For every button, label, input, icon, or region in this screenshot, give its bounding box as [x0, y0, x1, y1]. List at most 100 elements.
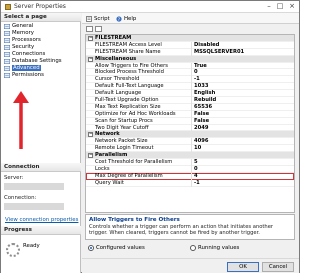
page-item-database-settings[interactable]: Database Settings: [1, 58, 81, 65]
property-row[interactable]: Allow Triggers to Fire Others True: [86, 62, 294, 70]
server-properties-window: Server Properties – □ × Select a page Ge…: [0, 0, 300, 273]
property-name: Scan for Startup Procs: [95, 117, 153, 124]
page-item-security[interactable]: Security: [1, 44, 81, 51]
server-label: Server:: [4, 175, 24, 181]
property-row[interactable]: Scan for Startup Procs False: [86, 117, 294, 125]
property-row[interactable]: Max Degree of Parallelism 4: [86, 172, 294, 180]
running-values-radio[interactable]: Running values: [190, 244, 239, 252]
dialog-footer: OK Cancel: [82, 258, 299, 273]
help-label: Help: [124, 16, 137, 22]
property-category[interactable]: − Miscellaneous: [86, 55, 294, 63]
configured-values-radio[interactable]: Configured values: [88, 244, 145, 252]
property-value[interactable]: -1: [191, 76, 291, 84]
category-name: FILESTREAM: [95, 35, 132, 41]
page-item-label: Security: [12, 44, 35, 50]
page-item-connections[interactable]: Connections: [1, 51, 81, 58]
property-value[interactable]: False: [191, 117, 291, 125]
property-value[interactable]: Disabled: [191, 41, 291, 49]
alphabetical-view-icon[interactable]: [95, 26, 102, 32]
property-value[interactable]: MSSQLSERVER01: [191, 48, 291, 56]
configured-values-label: Configured values: [96, 245, 145, 251]
property-row[interactable]: Blocked Process Threshold 0: [86, 69, 294, 77]
page-item-label: Permissions: [12, 72, 44, 78]
property-value[interactable]: 0: [191, 165, 291, 173]
property-row[interactable]: Optimize for Ad Hoc Workloads False: [86, 110, 294, 118]
progress-status: Ready: [23, 243, 40, 249]
script-button[interactable]: Script: [86, 15, 110, 23]
property-value[interactable]: 1033: [191, 83, 291, 91]
property-name: Optimize for Ad Hoc Workloads: [95, 110, 176, 117]
property-row[interactable]: Cursor Threshold -1: [86, 76, 294, 84]
page-icon: [4, 45, 10, 50]
property-category[interactable]: − Parallelism: [86, 152, 294, 160]
property-row[interactable]: Query Wait -1: [86, 179, 294, 187]
server-value-redacted: [4, 183, 64, 190]
collapse-icon[interactable]: −: [88, 56, 93, 62]
ok-button[interactable]: OK: [227, 262, 259, 272]
page-item-general[interactable]: General: [1, 23, 81, 30]
category-name: Network: [95, 131, 120, 138]
property-value[interactable]: False: [191, 110, 291, 118]
property-row[interactable]: Cost Threshold for Parallelism 5: [86, 159, 294, 166]
property-value[interactable]: 10: [191, 145, 291, 153]
property-value[interactable]: 4096: [191, 138, 291, 146]
property-category[interactable]: − FILESTREAM: [86, 35, 294, 42]
property-name: Max Degree of Parallelism: [95, 172, 163, 179]
title-bar: Server Properties – □ ×: [1, 1, 299, 13]
close-icon[interactable]: ×: [287, 2, 297, 11]
annotation-arrow: [13, 91, 29, 149]
page-icon: [4, 24, 10, 29]
property-value[interactable]: 65536: [191, 103, 291, 111]
property-value[interactable]: -1: [191, 179, 291, 187]
page-item-memory[interactable]: Memory: [1, 30, 81, 37]
help-button[interactable]: ? Help: [116, 15, 136, 23]
property-value[interactable]: 0: [191, 69, 291, 77]
property-value[interactable]: 2049: [191, 124, 291, 132]
property-row[interactable]: Two Digit Year Cutoff 2049: [86, 124, 294, 132]
right-pane: Script ? Help − FILESTREAM FILESTREAM Acce…: [82, 13, 299, 258]
pages-list: General Memory Processors Security Connectio…: [1, 23, 81, 79]
property-row[interactable]: FILESTREAM Access Level Disabled: [86, 41, 294, 49]
categorized-view-icon[interactable]: [86, 26, 93, 32]
property-row[interactable]: Max Text Replication Size 65536: [86, 103, 294, 111]
maximize-icon[interactable]: □: [275, 2, 285, 11]
property-row[interactable]: Default Full-Text Language 1033: [86, 83, 294, 91]
page-icon: [4, 38, 10, 43]
property-row[interactable]: FILESTREAM Share Name MSSQLSERVER01: [86, 48, 294, 56]
page-item-label: Processors: [12, 37, 41, 43]
collapse-icon[interactable]: −: [88, 132, 93, 138]
help-icon: ?: [116, 16, 122, 22]
minimize-icon[interactable]: –: [264, 2, 274, 11]
property-name: Cursor Threshold: [95, 76, 140, 83]
description-title: Allow Triggers to Fire Others: [89, 217, 180, 223]
property-name: Query Wait: [95, 179, 124, 186]
page-item-label: Database Settings: [12, 58, 62, 64]
property-row[interactable]: Full-Text Upgrade Option Rebuild: [86, 97, 294, 104]
property-value[interactable]: 5: [191, 159, 291, 166]
connection-header: Connection: [1, 163, 81, 172]
toolbar: Script ? Help: [82, 13, 299, 24]
property-row[interactable]: Remote Login Timeout 10: [86, 145, 294, 153]
property-name: Blocked Process Threshold: [95, 69, 164, 76]
property-row[interactable]: Locks 0: [86, 165, 294, 173]
page-item-label: General: [12, 23, 34, 29]
property-name: Full-Text Upgrade Option: [95, 97, 159, 104]
property-value[interactable]: Rebuild: [191, 97, 291, 104]
property-row[interactable]: Network Packet Size 4096: [86, 138, 294, 146]
property-value[interactable]: English: [191, 90, 291, 98]
property-value[interactable]: 4: [191, 172, 291, 180]
page-item-advanced[interactable]: Advanced: [1, 65, 81, 72]
page-icon: [4, 31, 10, 36]
page-item-processors[interactable]: Processors: [1, 37, 81, 44]
property-grid[interactable]: − FILESTREAM FILESTREAM Access Level Disabl…: [85, 34, 295, 213]
property-category[interactable]: − Network: [86, 131, 294, 139]
collapse-icon[interactable]: −: [88, 153, 93, 159]
property-value[interactable]: True: [191, 62, 291, 70]
page-item-permissions[interactable]: Permissions: [1, 72, 81, 79]
property-row[interactable]: Default Language English: [86, 90, 294, 98]
collapse-icon[interactable]: −: [88, 36, 93, 41]
progress-section: Ready: [1, 237, 81, 267]
view-connection-properties-link[interactable]: View connection properties: [5, 217, 78, 223]
cancel-button[interactable]: Cancel: [262, 262, 294, 272]
property-name: Network Packet Size: [95, 138, 148, 145]
